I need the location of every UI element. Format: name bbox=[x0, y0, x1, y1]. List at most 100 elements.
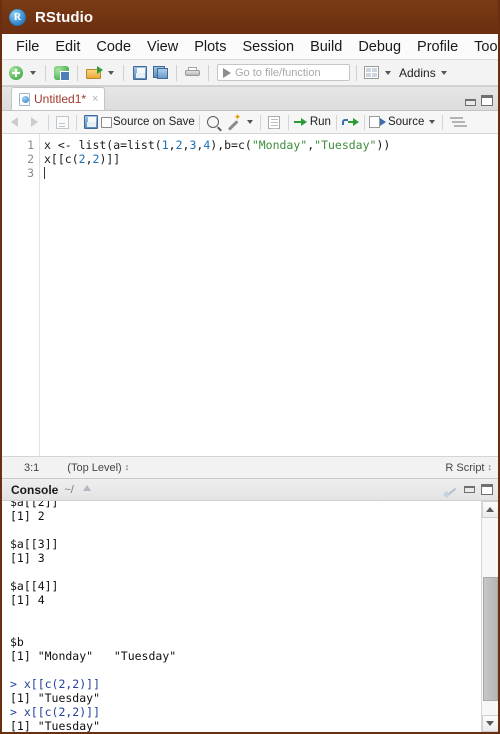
line-number: 1 bbox=[27, 138, 34, 152]
rerun-icon[interactable] bbox=[341, 113, 360, 132]
console-output-line: [1] "Tuesday" bbox=[10, 691, 101, 705]
menu-item-file[interactable]: File bbox=[8, 38, 47, 56]
text-cursor bbox=[44, 167, 45, 179]
console-header: Console ~/ bbox=[2, 479, 498, 501]
menu-bar: File Edit Code View Plots Session Build Debug Pr… bbox=[2, 34, 498, 60]
chevron-updown-icon: ↕ bbox=[487, 462, 493, 472]
scroll-down-icon[interactable] bbox=[481, 715, 498, 732]
code-editor[interactable]: 123 x <- list(a=list(1,2,3,4),b=c("Monda… bbox=[2, 134, 498, 456]
file-type-selector[interactable]: R Script ↕ bbox=[445, 462, 492, 474]
code-token-num: 2 bbox=[78, 152, 86, 166]
document-outline-icon[interactable] bbox=[447, 113, 466, 132]
code-line bbox=[44, 166, 498, 180]
maximize-pane-icon[interactable] bbox=[481, 95, 493, 106]
open-file-dropdown-caret[interactable] bbox=[108, 70, 114, 75]
source-tab-bar: Untitled1* × bbox=[2, 87, 498, 111]
menu-item-session[interactable]: Session bbox=[234, 38, 302, 56]
console-scrollbar[interactable] bbox=[481, 501, 498, 732]
toolbar-separator bbox=[76, 114, 77, 130]
workspace-panes-caret[interactable] bbox=[385, 70, 391, 75]
code-token-plain: )) bbox=[376, 138, 391, 152]
code-token-str: "Monday" bbox=[251, 138, 308, 152]
menu-item-tools[interactable]: Tools bbox=[466, 38, 498, 56]
code-token-plain: , bbox=[168, 138, 176, 152]
chevron-updown-icon: ↕ bbox=[124, 462, 130, 472]
r-logo-icon: R bbox=[9, 8, 26, 26]
console-working-directory[interactable]: ~/ bbox=[64, 484, 73, 496]
new-file-dropdown-caret[interactable] bbox=[30, 70, 36, 75]
source-status-bar: 3:1 (Top Level) ↕ R Script ↕ bbox=[2, 456, 498, 478]
scrollbar-track[interactable] bbox=[481, 518, 498, 715]
goto-file-function-input[interactable]: Go to file/function bbox=[217, 64, 350, 81]
source-icon[interactable] bbox=[368, 113, 386, 132]
new-project-icon[interactable] bbox=[52, 63, 71, 82]
addins-caret[interactable] bbox=[440, 70, 447, 75]
new-file-icon[interactable] bbox=[6, 63, 25, 82]
print-icon[interactable] bbox=[183, 63, 202, 82]
console-output[interactable]: $a[[2]] [1] 2 $a[[3]] [1] 3 $a[[4]] [1] 4 $… bbox=[2, 501, 481, 732]
compile-report-icon[interactable] bbox=[265, 113, 284, 132]
console-output-line: [1] "Monday" "Tuesday" bbox=[10, 649, 177, 663]
save-all-icon[interactable] bbox=[151, 63, 170, 82]
run-icon[interactable] bbox=[293, 113, 308, 132]
console-output-line: [1] 2 bbox=[10, 509, 45, 523]
menu-item-code[interactable]: Code bbox=[88, 38, 139, 56]
source-button-label[interactable]: Source bbox=[387, 116, 425, 128]
save-icon[interactable] bbox=[81, 113, 100, 132]
toolbar-separator bbox=[259, 114, 261, 130]
open-file-icon[interactable] bbox=[84, 63, 103, 82]
close-icon[interactable]: × bbox=[92, 93, 98, 105]
menu-item-build[interactable]: Build bbox=[302, 38, 350, 56]
scrollbar-thumb[interactable] bbox=[482, 577, 498, 702]
maximize-pane-icon[interactable] bbox=[481, 484, 493, 495]
goto-file-placeholder: Go to file/function bbox=[235, 66, 321, 79]
toolbar-separator bbox=[45, 64, 46, 81]
minimize-pane-icon[interactable] bbox=[465, 99, 476, 106]
cursor-position: 3:1 bbox=[24, 461, 40, 474]
menu-item-edit[interactable]: Edit bbox=[47, 38, 88, 56]
source-on-save-checkbox[interactable] bbox=[101, 116, 112, 128]
toolbar-separator bbox=[198, 114, 200, 130]
console-header-controls bbox=[445, 483, 493, 496]
code-tools-caret[interactable] bbox=[246, 120, 253, 124]
code-tools-icon[interactable] bbox=[224, 112, 243, 132]
forward-arrow-icon[interactable] bbox=[25, 113, 44, 132]
run-button-label[interactable]: Run bbox=[309, 116, 332, 128]
save-icon[interactable] bbox=[130, 63, 149, 82]
console-output-line: $a[[2]] bbox=[10, 501, 59, 509]
back-arrow-icon[interactable] bbox=[5, 113, 24, 132]
console-input-line: > x[[c(2,2)]] bbox=[10, 677, 101, 691]
menu-item-plots[interactable]: Plots bbox=[186, 38, 234, 56]
toolbar-separator bbox=[442, 114, 444, 130]
code-token-num: 1 bbox=[161, 138, 169, 152]
title-bar: R RStudio bbox=[2, 0, 498, 34]
source-tab-untitled1[interactable]: Untitled1* × bbox=[11, 87, 106, 110]
source-pane: Untitled1* × Source on Save ✦ Run Source… bbox=[2, 86, 498, 478]
find-replace-icon[interactable] bbox=[204, 113, 223, 132]
addins-button[interactable]: Addins bbox=[399, 66, 436, 80]
console-output-line: [1] 4 bbox=[10, 593, 45, 607]
code-text-area[interactable]: x <- list(a=list(1,2,3,4),b=c("Monday","… bbox=[40, 134, 498, 456]
toolbar-separator bbox=[335, 114, 337, 130]
menu-item-debug[interactable]: Debug bbox=[350, 38, 409, 56]
code-scope-selector[interactable]: (Top Level) ↕ bbox=[67, 462, 129, 474]
up-directory-icon[interactable] bbox=[81, 484, 93, 495]
scroll-up-icon[interactable] bbox=[481, 501, 498, 518]
source-dropdown-caret[interactable] bbox=[429, 120, 436, 124]
menu-item-profile[interactable]: Profile bbox=[409, 38, 466, 56]
workspace-panes-icon[interactable] bbox=[363, 63, 380, 82]
console-output-line: $b bbox=[10, 635, 24, 649]
console-pane: Console ~/ $a[[2]] [1] 2 $a[[3]] [1] 3 $a[… bbox=[2, 478, 498, 732]
menu-item-view[interactable]: View bbox=[139, 38, 186, 56]
minimize-pane-icon[interactable] bbox=[464, 486, 475, 493]
console-body: $a[[2]] [1] 2 $a[[3]] [1] 3 $a[[4]] [1] 4 $… bbox=[2, 501, 498, 732]
console-output-line: $a[[3]] bbox=[10, 537, 59, 551]
show-in-new-window-icon[interactable] bbox=[53, 113, 72, 132]
clear-console-icon[interactable] bbox=[445, 483, 458, 496]
app-title: RStudio bbox=[35, 8, 94, 26]
code-scope-label: (Top Level) bbox=[67, 461, 122, 474]
line-number: 2 bbox=[27, 152, 34, 166]
